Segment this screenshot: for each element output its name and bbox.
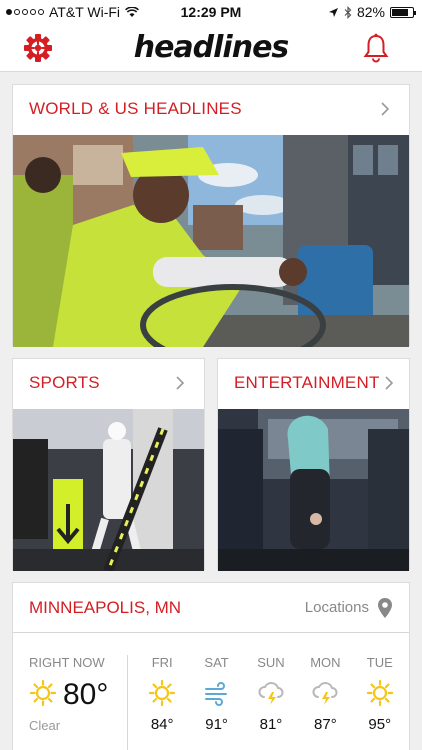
map-pin-icon — [378, 597, 392, 618]
storm-icon — [298, 674, 352, 712]
forecast-day: MON 87° — [298, 655, 352, 733]
current-temp-row: 80° — [29, 678, 129, 712]
sun-icon — [135, 674, 189, 712]
forecast-row: FRI 84° SAT 91° SUN 81° MON 87° TUE 95° — [135, 655, 407, 733]
weather-divider — [127, 655, 128, 750]
forecast-day: SAT 91° — [189, 655, 243, 733]
section-title-world: WORLD & US HEADLINES — [29, 99, 242, 118]
forecast-temp: 87° — [314, 716, 337, 733]
world-us-headlines-header[interactable]: WORLD & US HEADLINES — [13, 85, 409, 133]
chevron-right-icon — [381, 102, 390, 116]
wind-icon — [189, 674, 243, 712]
locations-button[interactable]: Locations — [305, 597, 393, 619]
battery-level — [392, 8, 409, 16]
sun-icon — [353, 674, 407, 712]
bluetooth-icon — [344, 5, 352, 19]
location-arrow-icon — [328, 7, 338, 17]
world-headline-photo[interactable] — [13, 135, 409, 347]
forecast-day-label: SAT — [204, 655, 229, 670]
chevron-right-icon — [176, 376, 185, 390]
world-us-headlines-card[interactable]: WORLD & US HEADLINES — [12, 84, 410, 347]
current-condition: Clear — [29, 718, 61, 733]
forecast-temp: 81° — [259, 716, 283, 733]
bell-icon — [363, 33, 389, 63]
locations-label: Locations — [304, 599, 369, 616]
app-header: headlines — [0, 24, 422, 72]
forecast-day-label: TUE — [366, 655, 393, 670]
forecast-day: FRI 84° — [135, 655, 189, 733]
current-weather: RIGHT NOW 80° Clear — [29, 655, 129, 733]
weather-header: MINNEAPOLIS, MN Locations — [13, 583, 409, 633]
forecast-day-label: FRI — [151, 655, 173, 670]
forecast-day: SUN 81° — [244, 655, 298, 733]
status-right: 82% — [328, 4, 416, 20]
section-title-sports: SPORTS — [29, 373, 100, 392]
notifications-button[interactable] — [360, 32, 392, 64]
chevron-right-icon — [385, 376, 394, 390]
entertainment-photo[interactable] — [218, 409, 409, 571]
current-temp: 80° — [63, 678, 109, 711]
forecast-temp: 91° — [205, 716, 228, 733]
sports-card[interactable]: SPORTS — [12, 358, 205, 571]
forecast-temp: 95° — [368, 716, 392, 733]
app-logo: headlines — [133, 30, 290, 65]
sports-photo[interactable] — [13, 409, 204, 571]
forecast-temp: 84° — [150, 716, 174, 733]
weather-city: MINNEAPOLIS, MN — [29, 597, 182, 617]
forecast-day-label: SUN — [257, 655, 285, 670]
status-bar: AT&T Wi-Fi 12:29 PM 82% — [0, 0, 422, 24]
entertainment-card[interactable]: ENTERTAINMENT — [217, 358, 410, 571]
right-now-label: RIGHT NOW — [29, 655, 105, 670]
forecast-day: TUE 95° — [353, 655, 407, 733]
entertainment-header[interactable]: ENTERTAINMENT — [218, 359, 409, 407]
sun-icon — [29, 679, 57, 712]
forecast-day-label: MON — [310, 655, 341, 670]
battery-percent: 82% — [356, 4, 385, 20]
sports-header[interactable]: SPORTS — [13, 359, 204, 407]
storm-icon — [244, 674, 298, 712]
weather-card: MINNEAPOLIS, MN Locations RIGHT NOW 80° … — [12, 582, 410, 750]
battery-icon — [390, 6, 416, 18]
section-title-entertainment: ENTERTAINMENT — [234, 373, 380, 392]
